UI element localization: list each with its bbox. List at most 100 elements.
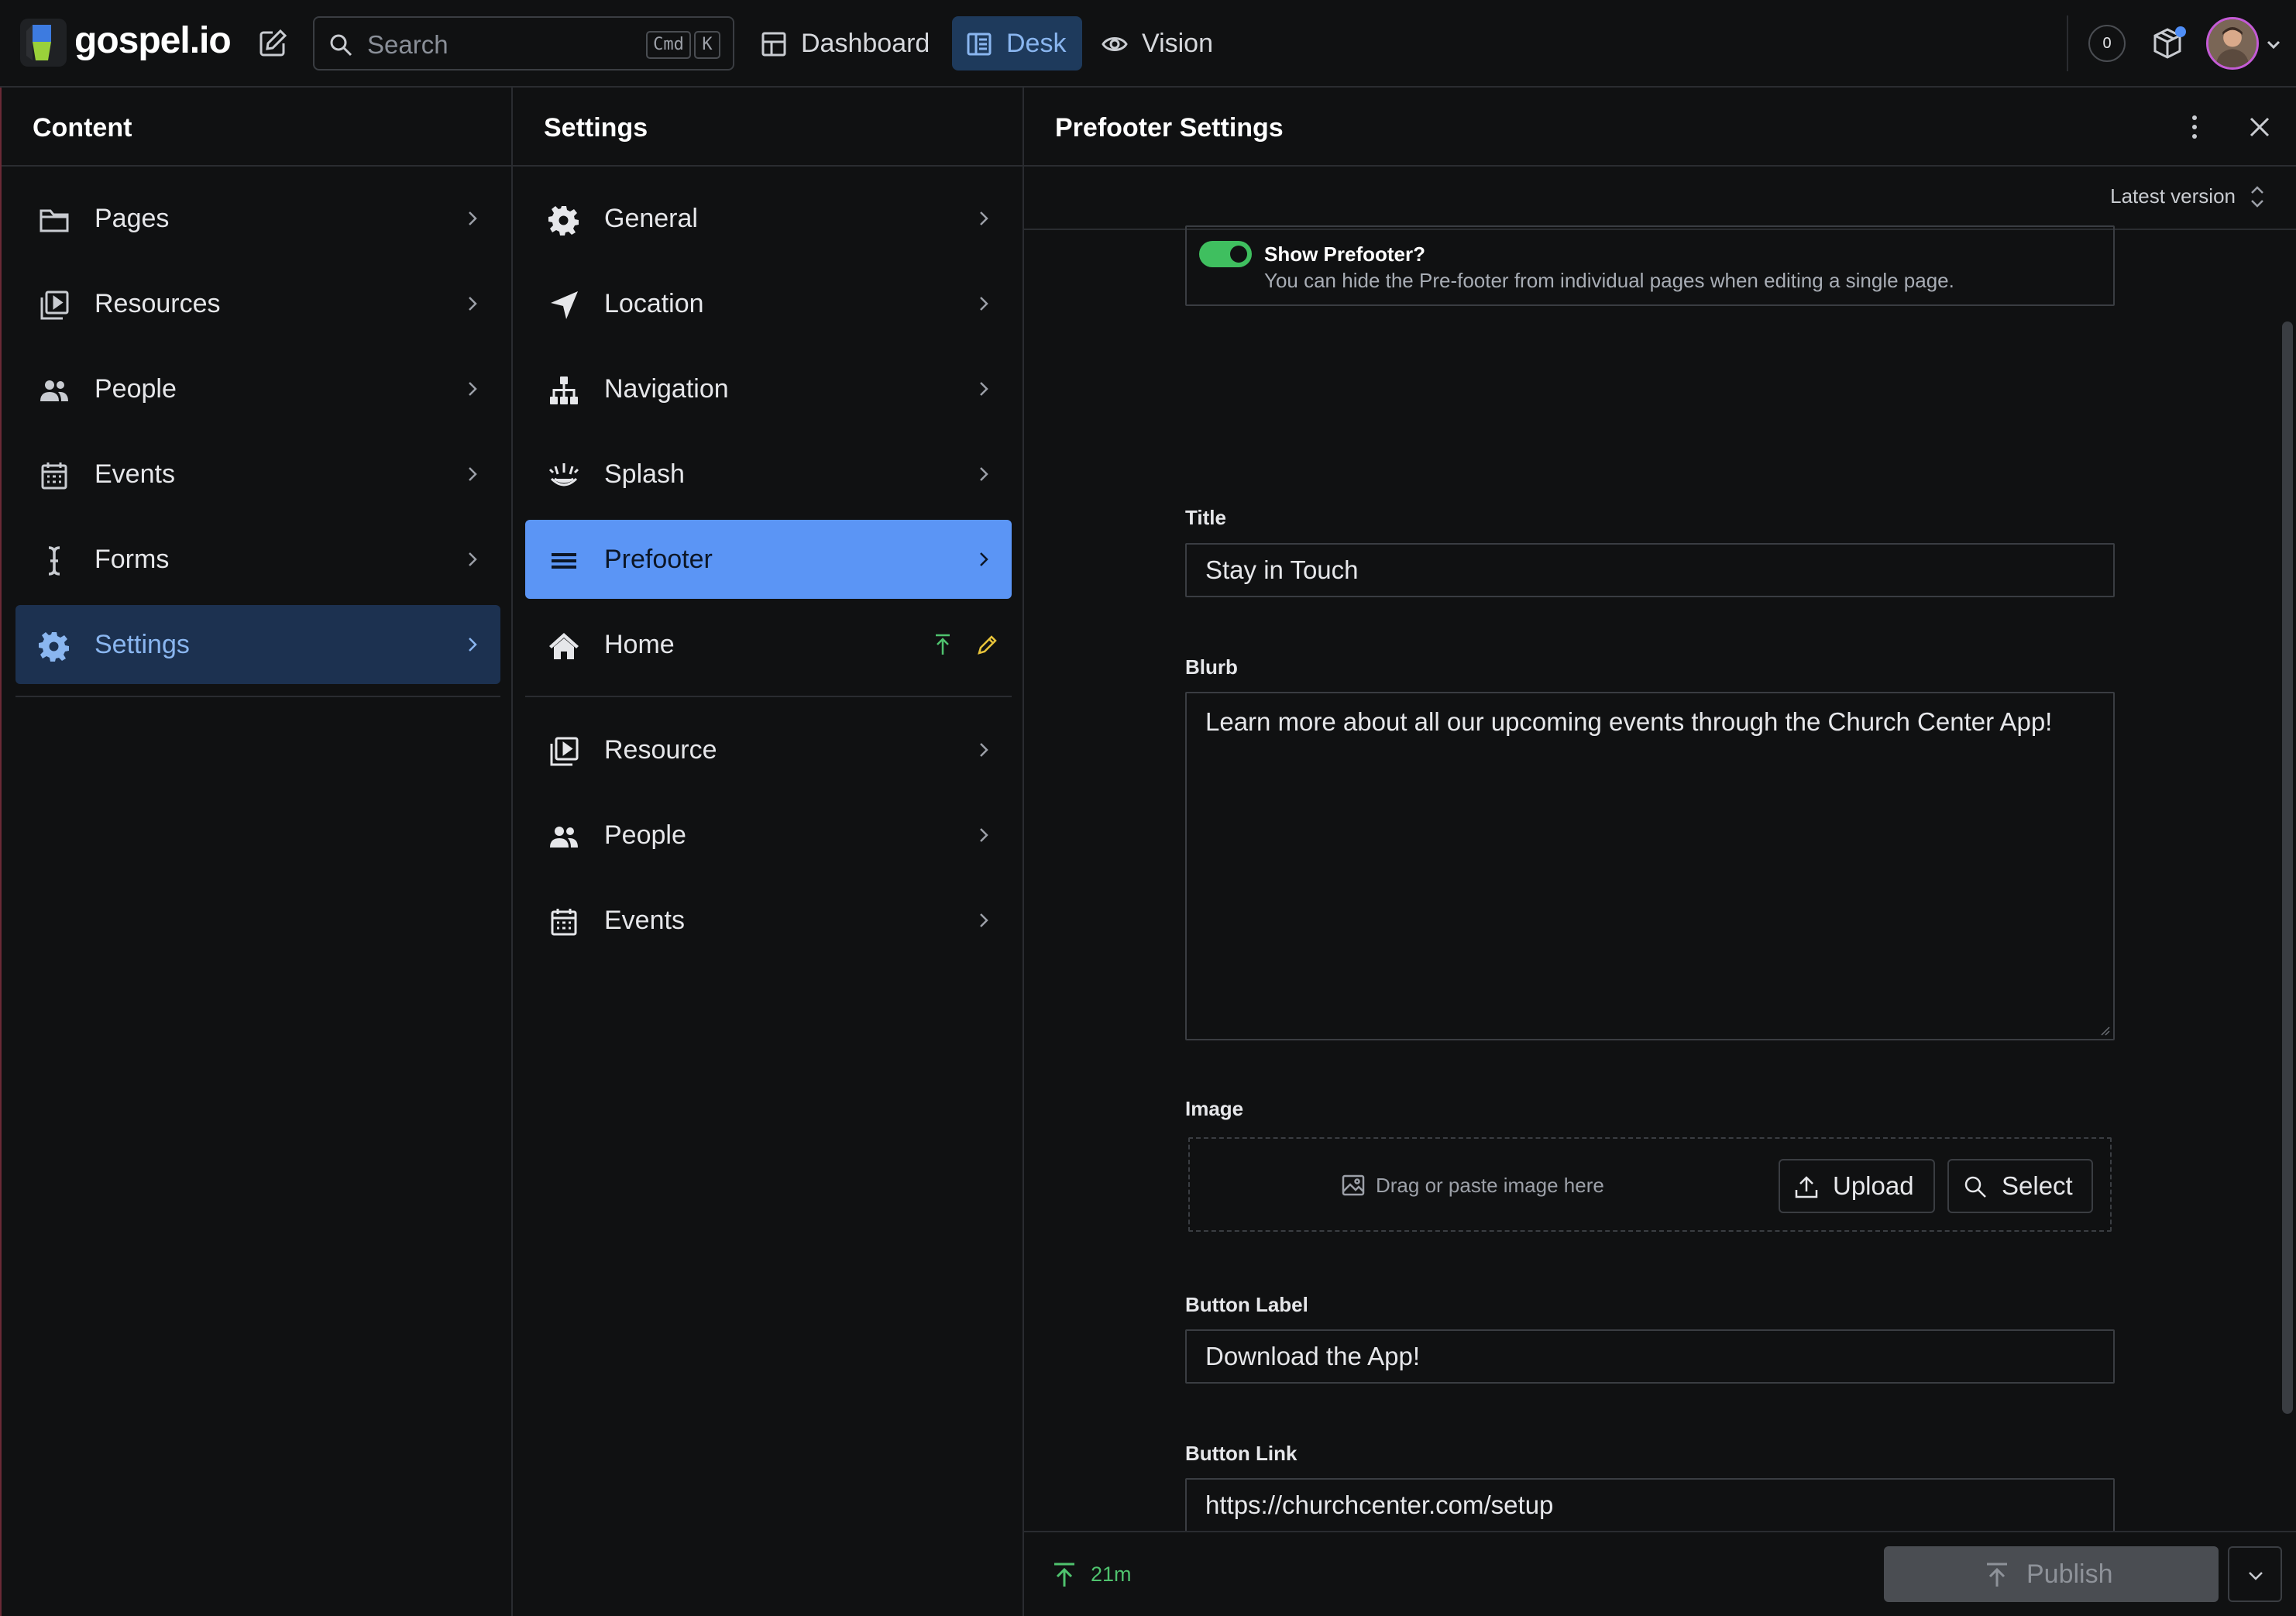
chevron-right-icon bbox=[463, 380, 482, 398]
location-arrow-icon bbox=[548, 290, 579, 321]
content-item-resources[interactable]: Resources bbox=[15, 264, 500, 343]
gospel-logo-icon[interactable] bbox=[20, 19, 67, 67]
item-label: General bbox=[604, 204, 698, 233]
publish-icon bbox=[1985, 1562, 2009, 1588]
tab-vision[interactable]: Vision bbox=[1102, 16, 1241, 70]
title-label: Title bbox=[1185, 506, 1226, 529]
content-item-settings[interactable]: Settings bbox=[15, 605, 500, 684]
settings-item-splash[interactable]: Splash bbox=[525, 435, 1012, 514]
toggle-title: Show Prefooter? bbox=[1264, 242, 1426, 266]
chevron-right-icon bbox=[463, 209, 482, 228]
chevron-right-icon bbox=[974, 826, 993, 844]
settings-item-resource[interactable]: Resource bbox=[525, 710, 1012, 789]
select-button[interactable]: Select bbox=[1947, 1159, 2093, 1213]
tab-dashboard[interactable]: Dashboard bbox=[761, 16, 931, 70]
item-label: People bbox=[95, 374, 177, 404]
publish-button[interactable]: Publish bbox=[1884, 1546, 2219, 1602]
pane-title: Settings bbox=[544, 113, 648, 143]
item-label: Prefooter bbox=[604, 545, 713, 574]
splash-icon bbox=[548, 460, 579, 491]
content-item-forms[interactable]: Forms bbox=[15, 520, 500, 599]
item-label: Navigation bbox=[604, 374, 729, 404]
content-pane: Content Pages Resources People Events Fo… bbox=[0, 88, 513, 1616]
content-item-people[interactable]: People bbox=[15, 349, 500, 428]
blurb-label: Blurb bbox=[1185, 655, 1238, 679]
content-pane-header: Content bbox=[2, 88, 511, 167]
upload-icon bbox=[1794, 1174, 1819, 1199]
chevron-right-icon bbox=[974, 294, 993, 313]
settings-item-prefooter[interactable]: Prefooter bbox=[525, 520, 1012, 599]
settings-item-navigation[interactable]: Navigation bbox=[525, 349, 1012, 428]
close-icon[interactable] bbox=[2248, 115, 2271, 139]
settings-item-people[interactable]: People bbox=[525, 796, 1012, 875]
tab-desk[interactable]: Desk bbox=[952, 16, 1082, 70]
chevron-right-icon bbox=[974, 911, 993, 930]
toggle-description: You can hide the Pre-footer from individ… bbox=[1264, 269, 1954, 292]
button-label-input[interactable]: Download the App! bbox=[1185, 1329, 2115, 1384]
editor-header: Prefooter Settings bbox=[1024, 88, 2296, 167]
tab-label: Desk bbox=[1006, 29, 1067, 58]
upload-button[interactable]: Upload bbox=[1779, 1159, 1935, 1213]
scrollbar[interactable] bbox=[2282, 321, 2293, 1414]
home-icon bbox=[548, 631, 579, 662]
chevron-right-icon bbox=[974, 209, 993, 228]
resources-icon bbox=[548, 736, 579, 767]
text-cursor-icon bbox=[39, 545, 70, 576]
button-link-input[interactable]: https://churchcenter.com/setup bbox=[1185, 1478, 2115, 1532]
notification-counter[interactable]: 0 bbox=[2088, 25, 2126, 62]
chevron-right-icon bbox=[463, 550, 482, 569]
chevron-up-down-icon[interactable] bbox=[2248, 184, 2267, 210]
blurb-textarea[interactable]: Learn more about all our upcoming events… bbox=[1185, 692, 2115, 1040]
item-label: Resource bbox=[604, 735, 717, 765]
chevron-down-icon[interactable] bbox=[2265, 36, 2282, 53]
resize-grip-icon[interactable] bbox=[2098, 1023, 2110, 1036]
chevron-right-icon bbox=[463, 635, 482, 654]
brand-name[interactable]: gospel.io bbox=[74, 14, 232, 68]
item-label: Splash bbox=[604, 459, 685, 489]
content-item-events[interactable]: Events bbox=[15, 435, 500, 514]
version-selector[interactable]: Latest version bbox=[2110, 184, 2236, 208]
divider bbox=[2067, 15, 2068, 71]
editor-footer: 21m Publish bbox=[1024, 1531, 2296, 1616]
chevron-right-icon bbox=[974, 380, 993, 398]
kbd-k: K bbox=[694, 31, 720, 59]
chevron-right-icon bbox=[974, 550, 993, 569]
settings-item-general[interactable]: General bbox=[525, 179, 1012, 258]
image-dropzone[interactable]: Drag or paste image here Upload Select bbox=[1188, 1137, 2112, 1232]
eye-icon bbox=[1102, 31, 1128, 57]
item-label: Location bbox=[604, 289, 704, 318]
item-label: People bbox=[604, 820, 686, 850]
image-icon bbox=[1342, 1174, 1365, 1196]
avatar[interactable] bbox=[2206, 17, 2259, 70]
search-placeholder: Search bbox=[367, 30, 449, 59]
editor-title: Prefooter Settings bbox=[1055, 113, 1284, 143]
dropzone-text: Drag or paste image here bbox=[1376, 1174, 1604, 1197]
button-link-label: Button Link bbox=[1185, 1442, 1298, 1465]
tab-label: Vision bbox=[1142, 29, 1213, 58]
search-icon bbox=[328, 33, 353, 57]
settings-item-events[interactable]: Events bbox=[525, 881, 1012, 960]
package-badge-dot bbox=[2175, 26, 2186, 37]
tab-label: Dashboard bbox=[801, 29, 930, 58]
divider bbox=[15, 696, 500, 697]
settings-item-home[interactable]: Home bbox=[525, 605, 1012, 684]
gear-icon bbox=[39, 631, 70, 662]
content-item-pages[interactable]: Pages bbox=[15, 179, 500, 258]
more-options-icon[interactable] bbox=[2181, 114, 2208, 140]
top-bar: gospel.io Search Cmd K Dashboard Desk Vi… bbox=[0, 0, 2296, 88]
item-label: Home bbox=[604, 630, 675, 659]
search-input[interactable]: Search Cmd K bbox=[313, 16, 734, 70]
publish-options-button[interactable] bbox=[2228, 1546, 2282, 1602]
prefooter-icon bbox=[548, 545, 579, 576]
published-icon bbox=[1052, 1562, 1077, 1588]
item-label: Events bbox=[604, 906, 685, 935]
resources-icon bbox=[39, 290, 70, 321]
settings-item-location[interactable]: Location bbox=[525, 264, 1012, 343]
item-label: Resources bbox=[95, 289, 221, 318]
calendar-icon bbox=[39, 460, 70, 491]
compose-icon[interactable] bbox=[257, 28, 288, 59]
gear-icon bbox=[548, 205, 579, 236]
title-input[interactable]: Stay in Touch bbox=[1185, 543, 2115, 597]
folder-icon bbox=[39, 205, 70, 236]
show-prefooter-toggle[interactable] bbox=[1199, 241, 1252, 267]
